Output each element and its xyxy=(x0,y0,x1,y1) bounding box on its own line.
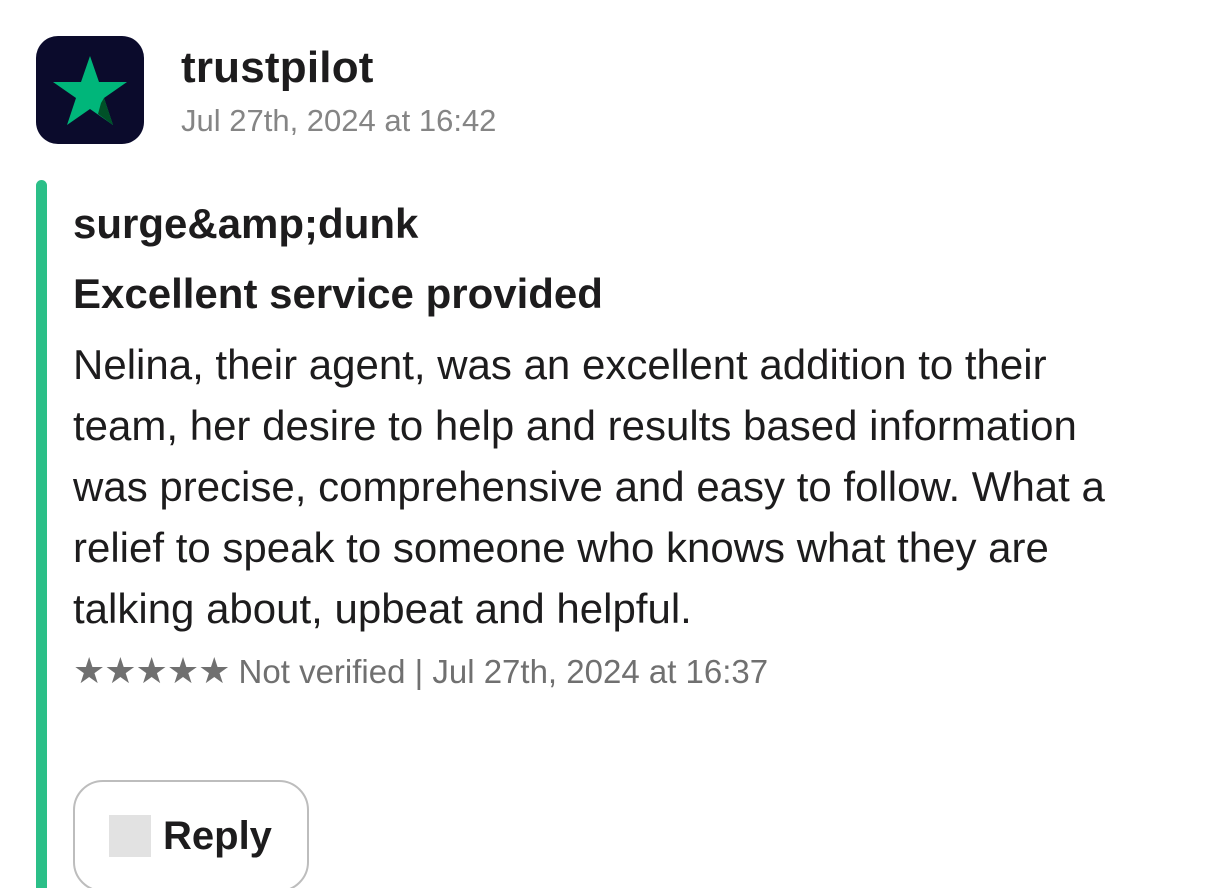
review-title: Excellent service provided xyxy=(73,270,603,317)
review-attachment: surge&amp;dunk Excellent service provide… xyxy=(73,192,1173,696)
review-author: surge&amp;dunk xyxy=(73,200,419,247)
trustpilot-star-icon xyxy=(53,56,127,125)
sender-name[interactable]: trustpilot xyxy=(181,40,374,96)
star-rating: ★★★★★ xyxy=(73,650,230,691)
review-body: Nelina, their agent, was an excellent ad… xyxy=(73,341,1105,632)
review-meta: ★★★★★ Not verified | Jul 27th, 2024 at 1… xyxy=(73,647,1173,696)
reply-button-label: Reply xyxy=(163,814,272,858)
attachment-accent-bar xyxy=(36,180,47,888)
reply-icon xyxy=(109,815,151,857)
message-timestamp[interactable]: Jul 27th, 2024 at 16:42 xyxy=(181,100,496,142)
avatar[interactable] xyxy=(36,36,144,144)
review-meta-text: Not verified | Jul 27th, 2024 at 16:37 xyxy=(229,653,769,690)
reply-button[interactable]: Reply xyxy=(73,780,309,888)
